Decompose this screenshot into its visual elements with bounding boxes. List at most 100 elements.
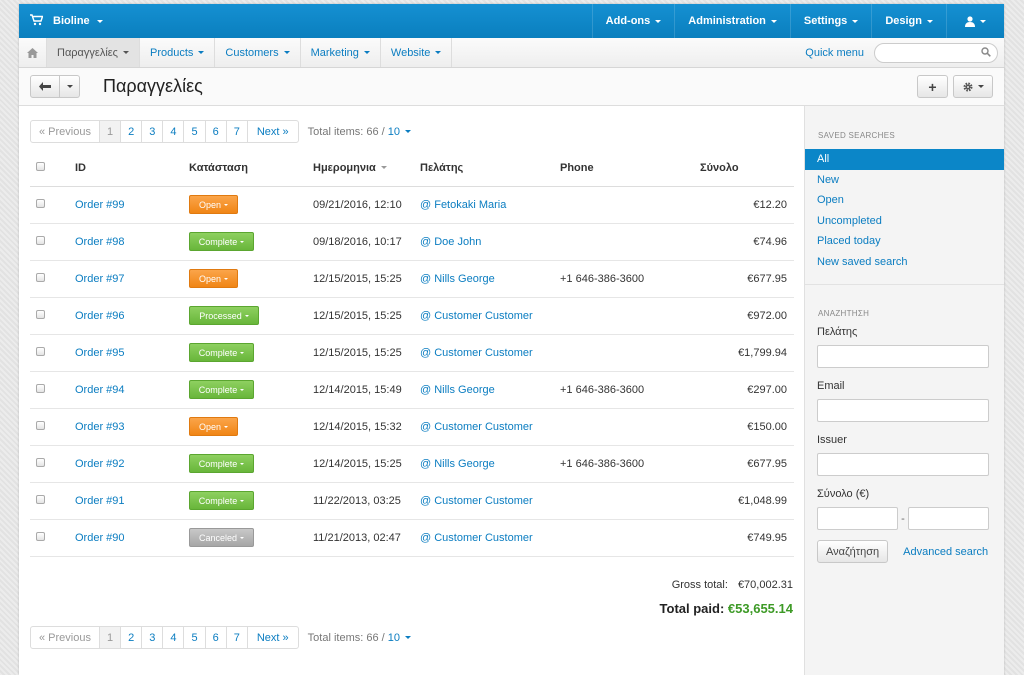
saved-search-all[interactable]: All [805, 149, 1004, 170]
search-button[interactable]: Αναζήτηση [817, 540, 889, 563]
new-saved-search-link[interactable]: New saved search [805, 252, 1004, 273]
status-dropdown[interactable]: Complete [189, 491, 254, 510]
advanced-search-link[interactable]: Advanced search [903, 546, 988, 558]
header-id[interactable]: ID [75, 150, 189, 187]
row-checkbox[interactable] [36, 383, 45, 393]
customer-link[interactable]: @ Customer Customer [420, 495, 533, 507]
nav-orders[interactable]: Παραγγελίες [47, 38, 140, 67]
next-page-button[interactable]: Next » [246, 626, 299, 649]
settings-dropdown-button[interactable] [953, 75, 993, 98]
status-dropdown[interactable]: Canceled [189, 528, 254, 547]
previous-page-button[interactable]: « Previous [30, 120, 100, 143]
page-button[interactable]: 4 [162, 626, 185, 649]
customer-link[interactable]: @ Customer Customer [420, 347, 533, 359]
row-checkbox[interactable] [36, 235, 45, 245]
customer-link[interactable]: @ Fetokaki Maria [420, 199, 506, 211]
order-link[interactable]: Order #98 [75, 236, 125, 248]
row-checkbox[interactable] [36, 531, 45, 541]
page-button[interactable]: 2 [120, 120, 143, 143]
order-link[interactable]: Order #97 [75, 273, 125, 285]
row-checkbox[interactable] [36, 309, 45, 319]
issuer-search-input[interactable] [817, 453, 989, 476]
customer-link[interactable]: @ Customer Customer [420, 532, 533, 544]
total-from-input[interactable] [817, 507, 898, 530]
nav-customers[interactable]: Customers [215, 38, 301, 67]
customer-link[interactable]: @ Doe John [420, 236, 481, 248]
order-link[interactable]: Order #92 [75, 458, 125, 470]
order-link[interactable]: Order #91 [75, 495, 125, 507]
nav-products[interactable]: Products [140, 38, 216, 67]
items-per-page-select[interactable]: 10 [388, 632, 411, 644]
status-dropdown[interactable]: Complete [189, 454, 254, 473]
page-button[interactable]: 1 [98, 120, 122, 143]
status-dropdown[interactable]: Open [189, 417, 238, 436]
user-menu[interactable] [946, 4, 1004, 38]
status-dropdown[interactable]: Open [189, 195, 238, 214]
status-dropdown[interactable]: Open [189, 269, 238, 288]
order-link[interactable]: Order #96 [75, 310, 125, 322]
menu-administration[interactable]: Administration [674, 4, 790, 38]
customer-link[interactable]: @ Customer Customer [420, 421, 533, 433]
header-phone[interactable]: Phone [560, 150, 700, 187]
row-checkbox[interactable] [36, 346, 45, 356]
order-link[interactable]: Order #99 [75, 199, 125, 211]
row-checkbox[interactable] [36, 420, 45, 430]
header-customer[interactable]: Πελάτης [420, 150, 560, 187]
row-checkbox[interactable] [36, 198, 45, 208]
customer-search-input[interactable] [817, 345, 989, 368]
page-button[interactable]: 5 [183, 626, 206, 649]
page-button[interactable]: 3 [141, 120, 164, 143]
page-button[interactable]: 6 [204, 120, 227, 143]
page-button[interactable]: 4 [162, 120, 185, 143]
menu-design[interactable]: Design [871, 4, 946, 38]
select-all-checkbox[interactable] [36, 161, 45, 171]
order-link[interactable]: Order #94 [75, 384, 125, 396]
header-date[interactable]: Ημερομηνια [313, 150, 420, 187]
nav-marketing[interactable]: Marketing [301, 38, 381, 67]
home-icon[interactable] [19, 38, 47, 67]
items-per-page-select[interactable]: 10 [388, 126, 411, 138]
email-search-input[interactable] [817, 399, 989, 422]
saved-search-open[interactable]: Open [805, 190, 1004, 211]
saved-search-new[interactable]: New [805, 170, 1004, 191]
back-button[interactable] [30, 75, 60, 98]
quick-menu-link[interactable]: Quick menu [805, 47, 864, 59]
page-button[interactable]: 7 [225, 626, 248, 649]
customer-link[interactable]: @ Customer Customer [420, 310, 533, 322]
nav-website[interactable]: Website [381, 38, 453, 67]
next-page-button[interactable]: Next » [246, 120, 299, 143]
page-button[interactable]: 5 [183, 120, 206, 143]
order-link[interactable]: Order #93 [75, 421, 125, 433]
order-link[interactable]: Order #90 [75, 532, 125, 544]
nav-orders-label: Παραγγελίες [57, 46, 118, 59]
status-dropdown[interactable]: Complete [189, 343, 254, 362]
status-dropdown[interactable]: Processed [189, 306, 259, 325]
page-button[interactable]: 3 [141, 626, 164, 649]
header-total[interactable]: Σύνολο [700, 150, 794, 187]
page-button[interactable]: 7 [225, 120, 248, 143]
customer-link[interactable]: @ Nills George [420, 384, 495, 396]
store-switcher[interactable]: Bioline [53, 15, 103, 27]
customer-link[interactable]: @ Nills George [420, 273, 495, 285]
menu-settings[interactable]: Settings [789, 4, 871, 38]
previous-page-button[interactable]: « Previous [30, 626, 100, 649]
add-order-button[interactable]: + [917, 75, 948, 98]
status-dropdown[interactable]: Complete [189, 232, 254, 251]
total-to-input[interactable] [908, 507, 989, 530]
cart-icon[interactable] [19, 13, 53, 29]
global-search-input[interactable] [874, 42, 998, 63]
page-button[interactable]: 1 [98, 626, 122, 649]
row-checkbox[interactable] [36, 457, 45, 467]
saved-search-uncompleted[interactable]: Uncompleted [805, 211, 1004, 232]
order-link[interactable]: Order #95 [75, 347, 125, 359]
back-dropdown-button[interactable] [60, 75, 80, 98]
row-checkbox[interactable] [36, 272, 45, 282]
status-dropdown[interactable]: Complete [189, 380, 254, 399]
page-button[interactable]: 2 [120, 626, 143, 649]
customer-link[interactable]: @ Nills George [420, 458, 495, 470]
saved-search-placed-today[interactable]: Placed today [805, 231, 1004, 252]
header-status[interactable]: Κατάσταση [189, 150, 313, 187]
row-checkbox[interactable] [36, 494, 45, 504]
page-button[interactable]: 6 [204, 626, 227, 649]
menu-addons[interactable]: Add-ons [591, 4, 675, 38]
